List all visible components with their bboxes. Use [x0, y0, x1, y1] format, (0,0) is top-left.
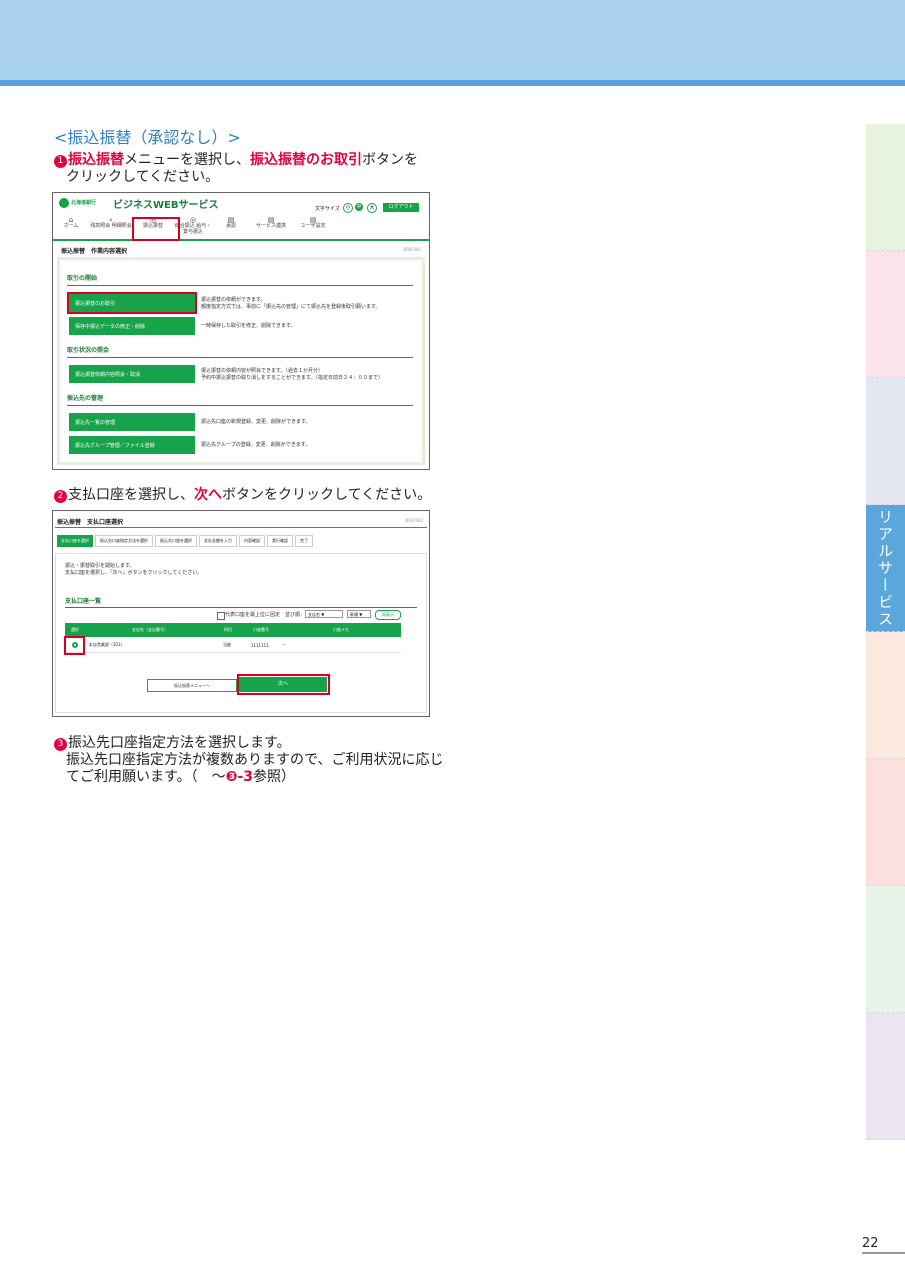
nav-approval[interactable]: ▤ 承認: [213, 217, 249, 239]
payee-group-desc: 振込先グループの登録、変更、削除ができます。: [201, 442, 311, 448]
payee-list-button[interactable]: 振込先一覧の管理: [69, 413, 195, 431]
redisplay-button[interactable]: 再表示: [375, 610, 401, 620]
table-header: 選択 支店名（支店番号） 科目 口座番号 口座メモ: [65, 623, 401, 637]
column-header: 支店名（支店番号）: [132, 627, 168, 632]
divider: [67, 405, 413, 406]
type-cell: 当座: [223, 642, 232, 647]
rep-account-checkbox[interactable]: [217, 612, 225, 620]
payee-group-button[interactable]: 振込先グループ管理／ファイル登録: [69, 436, 195, 454]
back-to-menu-button[interactable]: 振込振替メニューへ: [147, 679, 237, 692]
transfer-transaction-desc: 振込振替の依頼ができます。 都度指定方式では、事前に「振込先の管理」にて振込先を…: [201, 297, 381, 310]
progress-step: 振込先口座を選択: [155, 535, 197, 547]
saved-data-edit-desc: 一時保存した取引を修正、削除できます。: [201, 323, 296, 329]
step-2-number: 2: [54, 490, 67, 503]
table-row[interactable]: 本店営業部（101） 当座 1111111 －: [65, 638, 401, 653]
screen-id: BFKF001: [403, 247, 421, 252]
bank-name: 北海道銀行: [71, 200, 97, 206]
order-select[interactable]: 昇順 ▼: [347, 610, 371, 618]
page-header-rule: [0, 80, 905, 86]
group-title-inquiry: 取引状況の照会: [67, 347, 110, 354]
screenshot-account-select: 振込振替 支払口座選択 BFKF002 支払口座を選択 振込先口座指定方法を選択…: [52, 510, 430, 717]
step-3-text: 3 振込先口座指定方法を選択します。 振込先口座指定方法が複数ありますので、ご利用…: [54, 735, 443, 786]
page-number-rule: [862, 1252, 905, 1254]
transfer-button-highlight: [67, 292, 197, 314]
logout-button[interactable]: ログアウト: [383, 203, 419, 212]
payee-list-desc: 振込先口座の新規登録、変更、削除ができます。: [201, 419, 311, 425]
column-header: 口座番号: [253, 627, 269, 632]
step-2-text: 2 支払口座を選択し、次へボタンをクリックしてください。: [54, 487, 431, 504]
side-tab[interactable]: [866, 251, 905, 378]
saved-data-edit-button[interactable]: 保存中振込データの修正・削除: [69, 317, 195, 335]
transfer-inquiry-desc: 振込振替の依頼内容が照会できます。（過去１か月分） 予約中振込振替の取り消しをす…: [201, 368, 384, 381]
page-number: 22: [862, 1236, 879, 1251]
step-1-number: 1: [54, 155, 67, 168]
group-title-start: 取引の開始: [67, 275, 98, 282]
divider: [65, 607, 417, 608]
account-list-title: 支払口座一覧: [65, 598, 102, 605]
side-tab-real-service[interactable]: リアルサービス: [866, 505, 905, 632]
menu-panel: [57, 257, 425, 465]
intro-text: 支払口座を選択し、「次へ」ボタンをクリックしてください。: [65, 570, 203, 576]
step-3-number: 3: [54, 738, 67, 751]
side-tab[interactable]: [866, 759, 905, 886]
transfer-inquiry-button[interactable]: 振込振替依頼内容照会・取消: [69, 365, 195, 383]
next-button-highlight: [237, 674, 330, 695]
group-title-payee: 振込先の管理: [67, 395, 104, 402]
side-index-tabs: リアルサービス: [866, 124, 905, 1140]
progress-step: 実行確認: [267, 535, 293, 547]
nav-user-settings[interactable]: ▤ ユーザ設定: [293, 217, 333, 239]
progress-step: 支払金額を入力: [199, 535, 237, 547]
sort-label: 並び順：: [285, 612, 306, 618]
memo-cell: －: [281, 642, 286, 647]
progress-step: 完了: [295, 535, 313, 547]
divider: [67, 357, 413, 358]
font-small-button[interactable]: 小: [343, 203, 353, 213]
account-number-cell: 1111111: [250, 642, 269, 648]
font-size-label: 文字サイズ: [315, 206, 340, 212]
global-nav: ⌂ ホーム ⌕ 残高照会 明細照会 ◎ 振込振替 ◎ 総合振込 給与・賞与振込 ▤ 承認 …: [53, 217, 429, 241]
breadcrumb: 振込振替 支払口座選択: [57, 519, 124, 526]
sort-select[interactable]: 支店名 ▼: [305, 610, 343, 618]
column-header: 選択: [71, 627, 79, 632]
side-tab[interactable]: [866, 1013, 905, 1140]
breadcrumb: 振込振替 作業内容選択: [61, 248, 128, 255]
progress-step: 内容確認: [239, 535, 265, 547]
step-1-text: 1 振込振替メニューを選択し、振込振替のお取引ボタンを クリックしてください。: [54, 152, 418, 186]
screen-id: BFKF002: [405, 518, 423, 523]
bank-logo-icon: [59, 198, 69, 208]
font-large-button[interactable]: 大: [367, 203, 377, 213]
nav-service-link[interactable]: ▤ サービス連携: [249, 217, 293, 239]
divider: [67, 285, 413, 286]
side-tab[interactable]: [866, 886, 905, 1013]
progress-step-current: 支払口座を選択: [57, 535, 93, 547]
side-tab[interactable]: [866, 124, 905, 251]
page-header-band: [0, 0, 905, 80]
service-name: ビジネスWEBサービス: [113, 200, 219, 211]
side-tab[interactable]: [866, 378, 905, 505]
screenshot-menu: 北海道銀行 ビジネスWEBサービス 文字サイズ 小 中 大 ログアウト ⌂ ホーム…: [52, 192, 430, 470]
nav-balance[interactable]: ⌕ 残高照会 明細照会: [89, 217, 133, 239]
nav-transfer-highlight: [132, 217, 180, 241]
font-medium-button[interactable]: 中: [355, 203, 363, 211]
column-header: 口座メモ: [333, 627, 349, 632]
progress-steps: 支払口座を選択 振込先口座指定方法を選択 振込先口座を選択 支払金額を入力 内容…: [57, 535, 313, 547]
radio-highlight: [64, 636, 85, 655]
progress-step: 振込先口座指定方法を選択: [95, 535, 153, 547]
nav-home[interactable]: ⌂ ホーム: [53, 217, 89, 239]
section-title: <振込振替（承認なし）>: [54, 128, 241, 147]
column-header: 科目: [224, 627, 232, 632]
intro-text: 振込・振替取引を開始します。: [65, 563, 135, 569]
rep-account-label: 代表口座を最上位に固定: [225, 612, 281, 618]
branch-cell: 本店営業部（101）: [88, 642, 125, 647]
divider: [55, 527, 427, 528]
side-tab[interactable]: [866, 632, 905, 759]
